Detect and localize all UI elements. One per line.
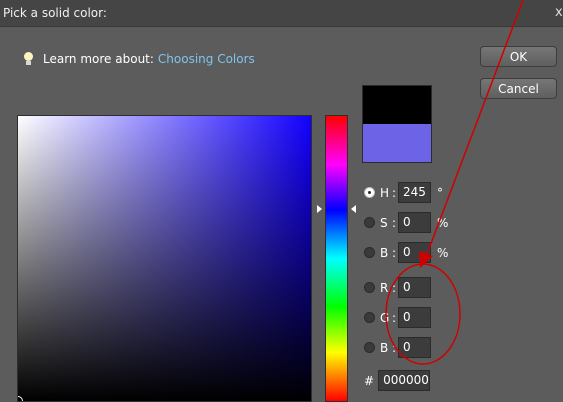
color-field[interactable]	[17, 115, 312, 402]
brightness-unit: %	[437, 245, 449, 260]
learn-more-row: Learn more about: Choosing Colors	[24, 51, 255, 67]
green-row: G: 0	[364, 307, 437, 328]
green-radio[interactable]	[364, 312, 375, 323]
hue-radio[interactable]	[364, 187, 375, 198]
brightness-radio[interactable]	[364, 247, 375, 258]
hex-hash-label: #	[364, 373, 375, 388]
learn-more-label: Learn more about:	[43, 52, 154, 66]
red-input[interactable]: 0	[398, 277, 431, 298]
hue-unit: °	[437, 185, 443, 200]
new-color-swatch	[363, 86, 431, 124]
color-swatch	[362, 85, 432, 163]
hue-slider-left-arrow-icon[interactable]	[317, 205, 322, 213]
red-row: R: 0	[364, 277, 437, 298]
color-picker-ring[interactable]	[18, 396, 23, 401]
brightness-label: B	[380, 245, 389, 260]
hue-label: H	[380, 185, 390, 200]
saturation-input[interactable]: 0	[398, 212, 431, 233]
blue-row: B: 0	[364, 337, 437, 358]
hex-row: # 000000	[364, 370, 431, 391]
title-bar: Pick a solid color: x	[0, 0, 563, 27]
hue-slider[interactable]	[325, 115, 348, 402]
lightbulb-icon	[24, 52, 33, 66]
brightness-row: B: 0 %	[364, 242, 448, 263]
blue-label: B	[380, 340, 389, 355]
hex-input[interactable]: 000000	[378, 370, 431, 391]
saturation-unit: %	[437, 215, 449, 230]
red-label: R	[380, 280, 389, 295]
brightness-input[interactable]: 0	[398, 242, 431, 263]
saturation-radio[interactable]	[364, 217, 375, 228]
saturation-row: S: 0 %	[364, 212, 448, 233]
blue-input[interactable]: 0	[398, 337, 431, 358]
current-color-swatch[interactable]	[363, 124, 431, 162]
red-radio[interactable]	[364, 282, 375, 293]
close-icon[interactable]: x	[555, 5, 563, 20]
hue-row: H: 245 °	[364, 182, 443, 203]
cancel-button[interactable]: Cancel	[480, 78, 557, 99]
green-label: G	[380, 310, 390, 325]
choosing-colors-link[interactable]: Choosing Colors	[158, 52, 255, 66]
window-title: Pick a solid color:	[3, 6, 107, 20]
saturation-label: S	[380, 215, 388, 230]
blue-radio[interactable]	[364, 342, 375, 353]
hue-input[interactable]: 245	[398, 182, 431, 203]
green-input[interactable]: 0	[398, 307, 431, 328]
ok-button[interactable]: OK	[480, 46, 557, 67]
hue-slider-right-arrow-icon[interactable]	[351, 205, 356, 213]
